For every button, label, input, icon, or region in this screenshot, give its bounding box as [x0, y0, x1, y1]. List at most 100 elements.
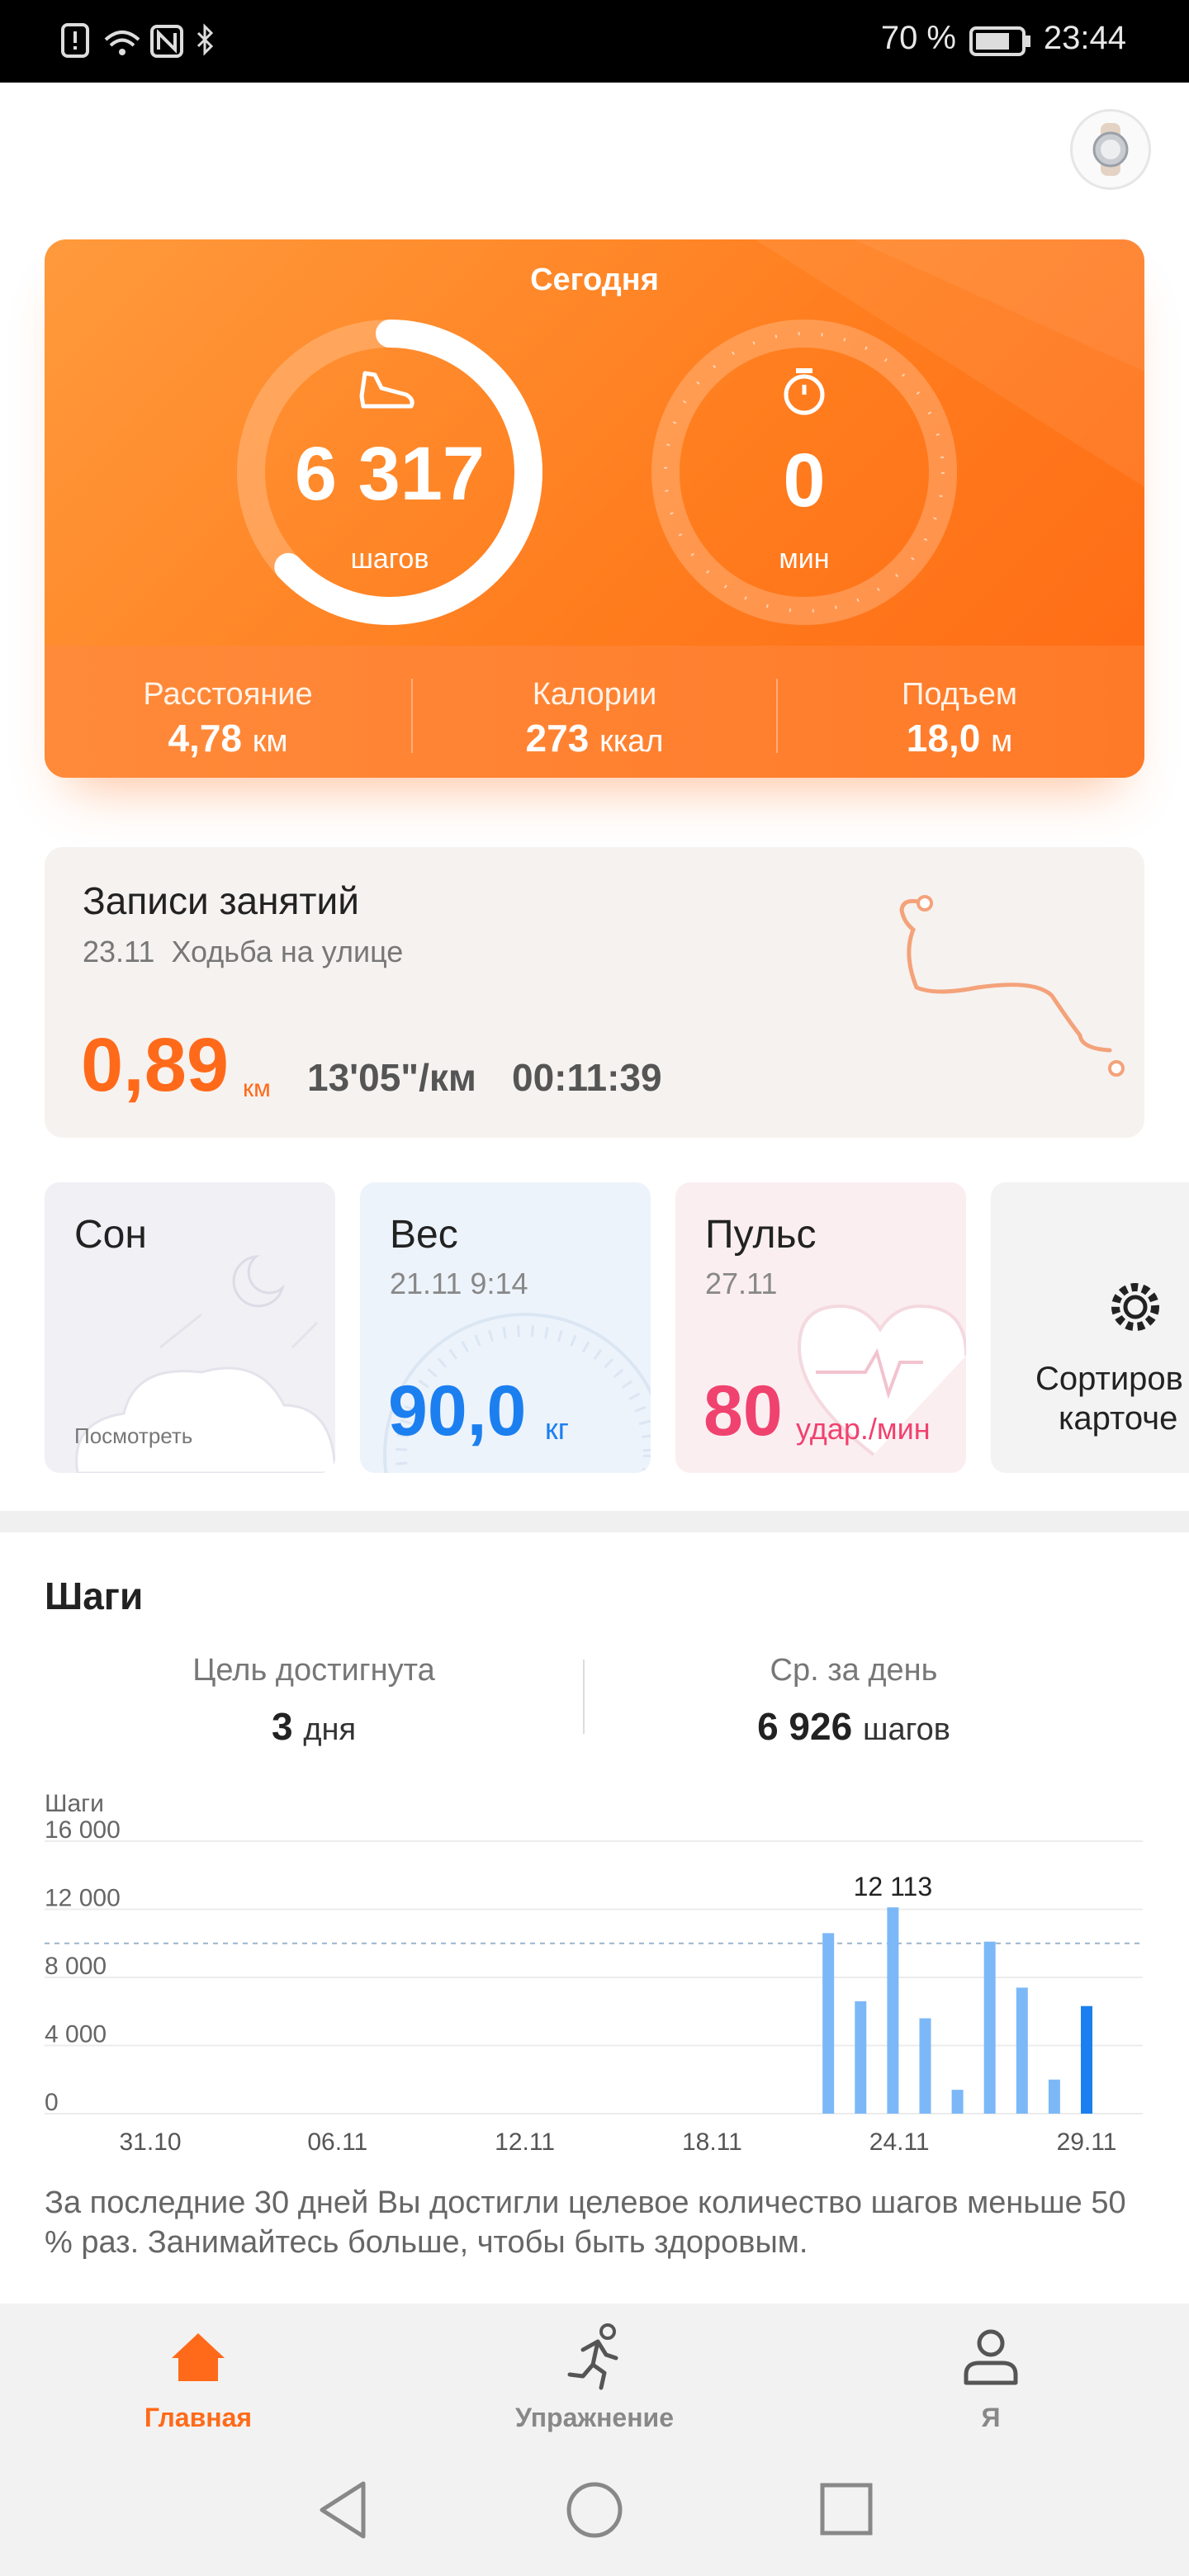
climb-label: Подъем [902, 677, 1017, 712]
weight-date: 21.11 9:14 [390, 1267, 528, 1300]
activity-records-card[interactable]: Записи занятий 23.11 Ходьба на улице 0,8… [45, 847, 1144, 1138]
calories-unit: ккал [599, 724, 664, 759]
active-minutes-unit: мин [779, 543, 830, 575]
nav-home-label: Главная [144, 2403, 253, 2432]
active-minutes-value: 0 [783, 438, 826, 523]
chart-bar [1081, 2005, 1092, 2114]
goal-label: Цель достигнута [192, 1653, 435, 1688]
chart-y-tick: 4 000 [45, 2021, 107, 2048]
stopwatch-icon [784, 368, 825, 415]
nav-me-label: Я [981, 2403, 1001, 2432]
goal-days: 3 [271, 1705, 293, 1748]
records-subtitle: 23.11 Ходьба на улице [83, 935, 403, 969]
back-icon[interactable] [314, 2477, 373, 2545]
chart-x-tick: 18.11 [682, 2129, 742, 2156]
chart-x-tick: 06.11 [307, 2129, 367, 2156]
pulse-card[interactable]: Пульс 27.11 80 удар./мин [675, 1182, 966, 1473]
steps-chart[interactable]: Шаги16 000 12 000 8 000 4 000 0 31.10 06.11 12.… [0, 1775, 1189, 2163]
device-watch-button[interactable] [1070, 109, 1151, 190]
status-bar: 70 % 23:44 [0, 0, 1189, 83]
records-activity: Ходьба на улице [171, 935, 404, 968]
weight-value: 90,0 [388, 1371, 527, 1451]
shoe-icon [359, 371, 414, 409]
chart-y-tick: 8 000 [45, 1953, 107, 1980]
steps-summary-text: За последние 30 дней Вы достигли целевое… [45, 2185, 1126, 2260]
avg-label: Ср. за день [770, 1653, 938, 1688]
sleep-view-link[interactable]: Посмотреть [74, 1423, 192, 1449]
distance-unit: км [252, 724, 288, 759]
avg-value: 6 926 шагов [623, 1704, 1085, 1749]
bottom-navigation: Главная Упражнение Я [0, 2304, 1189, 2576]
person-icon [964, 2329, 1018, 2385]
route-map-icon [899, 895, 1125, 1077]
section-divider [0, 1511, 1189, 1532]
records-date: 23.11 [83, 935, 155, 968]
chart-bar [1016, 1987, 1028, 2114]
climb-metric: Подъем 18,0 м [778, 677, 1141, 760]
records-distance-unit: км [243, 1075, 271, 1102]
clock: 23:44 [1043, 20, 1126, 56]
records-pace: 13'05"/км [307, 1056, 476, 1099]
status-icons [61, 23, 214, 58]
sort-cards-label-line1: Сортиров [1035, 1361, 1183, 1397]
chart-y-tick: 12 000 [45, 1885, 121, 1912]
today-card-decor [755, 239, 1144, 487]
goal-value: 3 дня [83, 1704, 545, 1749]
chart-bar [1048, 2079, 1060, 2114]
pulse-date: 27.11 [705, 1267, 778, 1300]
home-icon [172, 2333, 225, 2381]
chart-x-tick: 29.11 [1057, 2129, 1117, 2156]
records-title: Записи занятий [83, 879, 359, 922]
sort-cards-card[interactable]: Сортиров карточе [991, 1182, 1189, 1473]
chart-bar [983, 1941, 996, 2114]
weight-unit: кг [545, 1412, 569, 1446]
records-duration: 00:11:39 [512, 1056, 662, 1099]
chart-y-label: Шаги [45, 1790, 104, 1817]
chart-bar [951, 2090, 964, 2114]
sleep-card[interactable]: Сон Посмотреть [45, 1182, 335, 1473]
today-label: Сегодня [530, 263, 659, 297]
pulse-title: Пульс [705, 1213, 817, 1257]
nav-exercise-tab[interactable]: Упражнение [471, 2304, 718, 2460]
calories-value: 273 [525, 717, 590, 760]
home-circle-icon[interactable] [563, 2477, 626, 2543]
pulse-unit: удар./мин [796, 1412, 931, 1446]
chart-x-tick: 31.10 [119, 2129, 181, 2156]
pulse-value: 80 [703, 1371, 783, 1451]
chart-bar [855, 2001, 867, 2114]
steps-section-title: Шаги [45, 1574, 144, 1617]
weight-card[interactable]: Вес 21.11 9:14 90,0 кг [360, 1182, 651, 1473]
records-distance: 0,89 [81, 1023, 230, 1107]
chart-y-tick: 16 000 [45, 1816, 121, 1844]
calories-label: Калории [532, 677, 657, 712]
weight-title: Вес [390, 1213, 458, 1257]
sort-cards-label-line2: карточе [1059, 1400, 1178, 1437]
distance-metric: Расстояние 4,78 км [46, 677, 410, 760]
stat-divider [583, 1660, 585, 1734]
chart-bar [887, 1907, 899, 2114]
battery-percent: 70 % [880, 20, 956, 56]
nav-home-tab[interactable]: Главная [74, 2304, 322, 2460]
climb-unit: м [991, 724, 1013, 759]
chart-x-tick: 24.11 [869, 2129, 930, 2156]
gear-icon [1111, 1283, 1159, 1331]
chart-data-label: 12 113 [854, 1872, 933, 1901]
distance-value: 4,78 [168, 717, 242, 760]
today-card[interactable]: Сегодня 6 317 шагов 0 мин Расстояние 4,7… [45, 239, 1144, 778]
avg-steps: 6 926 [757, 1705, 853, 1748]
chart-bar [919, 2018, 931, 2114]
calories-metric: Калории 273 ккал [413, 677, 776, 760]
chart-y-tick: 0 [45, 2089, 59, 2116]
chart-x-tick: 12.11 [495, 2129, 555, 2156]
chart-bar [822, 1933, 835, 2114]
nav-me-tab[interactable]: Я [867, 2304, 1115, 2460]
watch-icon [1092, 123, 1129, 176]
running-icon [567, 2323, 618, 2390]
recents-square-icon[interactable] [817, 2479, 877, 2541]
goal-unit: дня [303, 1712, 357, 1747]
sleep-title: Сон [74, 1213, 147, 1257]
avg-unit: шагов [862, 1712, 950, 1747]
distance-label: Расстояние [143, 677, 313, 712]
battery-icon [969, 26, 1030, 56]
steps-value: 6 317 [294, 432, 486, 516]
